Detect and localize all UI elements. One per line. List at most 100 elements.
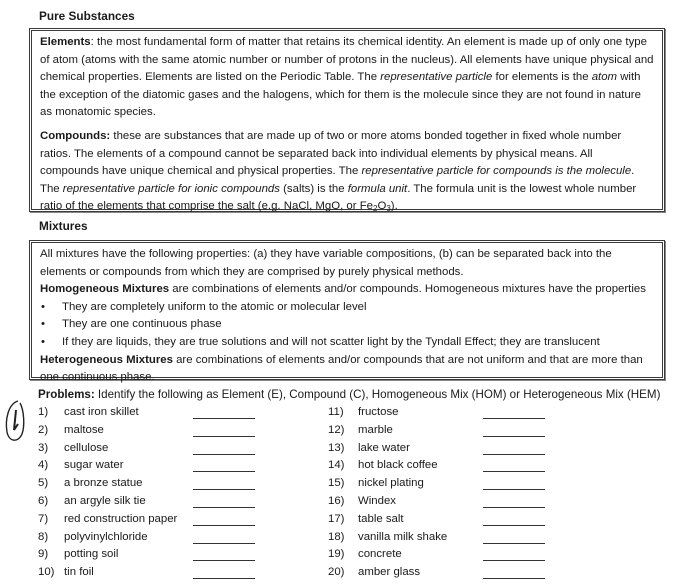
problem-number: 10) <box>38 566 55 579</box>
elements-label: Elements <box>40 36 91 48</box>
bullet-item: • They are completely uniform to the atom… <box>40 299 654 317</box>
problem-number: 1) <box>38 406 49 418</box>
answer-blank[interactable] <box>193 542 255 544</box>
problem-item: 18) vanilla milk shake <box>328 529 545 547</box>
problem-number: 17) <box>328 512 345 525</box>
answer-blank[interactable] <box>193 506 255 508</box>
pure-substances-box: Elements: the most fundamental form of m… <box>29 28 665 213</box>
answer-blank[interactable] <box>483 453 545 455</box>
compounds-paragraph: Compounds: these are substances that are… <box>40 128 654 216</box>
problem-text: vanilla milk shake <box>358 530 448 543</box>
elements-italic-1: representative particle <box>380 71 493 84</box>
answer-blank[interactable] <box>193 560 255 562</box>
answer-blank[interactable] <box>483 542 545 544</box>
compounds-text-3: (salts) is the <box>279 182 348 195</box>
answer-blank[interactable] <box>483 506 545 508</box>
problem-item: 12) marble <box>328 422 545 440</box>
problem-item: 3) cellulose <box>38 440 255 458</box>
homogeneous-text: are combinations of elements and/or comp… <box>169 283 646 296</box>
problem-number: 14) <box>328 459 345 472</box>
bullet-item: • If they are liquids, they are true solu… <box>40 334 654 352</box>
problem-number: 4) <box>38 459 49 472</box>
problem-item: 9) potting soil <box>38 546 255 564</box>
compounds-italic-1: representative particle for compounds is… <box>361 165 632 178</box>
problem-number: 2) <box>38 423 49 436</box>
problem-item: 20) amber glass <box>328 564 545 582</box>
problem-text: maltose <box>64 423 104 436</box>
mixtures-heading: Mixtures <box>39 219 88 233</box>
problem-item: 4) sugar water <box>38 457 255 475</box>
problem-number: 15) <box>328 477 345 490</box>
problem-item: 5) a bronze statue <box>38 475 255 493</box>
compounds-italic-3: formula unit <box>347 182 408 195</box>
problem-text: marble <box>358 423 393 436</box>
problem-text: lake water <box>358 441 410 454</box>
problem-number: 20) <box>328 566 345 579</box>
answer-blank[interactable] <box>483 471 545 473</box>
answer-blank[interactable] <box>193 435 255 437</box>
answer-blank[interactable] <box>483 560 545 562</box>
mixtures-intro: All mixtures have the following properti… <box>40 248 612 278</box>
compounds-italic-2: representative particle for ionic compou… <box>62 182 280 195</box>
problem-number: 5) <box>38 477 49 490</box>
answer-blank[interactable] <box>193 471 255 473</box>
answer-blank[interactable] <box>193 524 255 526</box>
problem-item: 1) cast iron skillet <box>38 404 255 422</box>
elements-text-2: for elements is the <box>492 71 592 84</box>
problem-text: Windex <box>358 494 396 507</box>
answer-blank[interactable] <box>193 578 255 580</box>
problem-item: 16) Windex <box>328 493 545 511</box>
problem-number: 18) <box>328 530 345 543</box>
problem-item: 2) maltose <box>38 422 255 440</box>
mixtures-box: All mixtures have the following properti… <box>29 240 665 383</box>
problem-item: 15) nickel plating <box>328 475 545 493</box>
elements-paragraph: Elements: the most fundamental form of m… <box>40 34 654 122</box>
bullet-text: They are one continuous phase <box>62 318 222 331</box>
problem-item: 11) fructose <box>328 404 545 422</box>
pure-substances-heading: Pure Substances <box>39 9 135 23</box>
heterogeneous-label: Heterogeneous Mixtures <box>40 353 173 366</box>
problem-text: amber glass <box>358 566 421 579</box>
problem-number: 11) <box>328 406 344 418</box>
homogeneous-paragraph: Homogeneous Mixtures are combinations of… <box>40 281 654 299</box>
problem-text: red construction paper <box>64 512 178 525</box>
problem-number: 9) <box>38 548 49 561</box>
problem-number: 13) <box>328 441 345 454</box>
problems-label: Problems: <box>38 388 95 401</box>
problem-text: concrete <box>358 548 402 561</box>
problem-number: 3) <box>38 441 49 454</box>
problem-text: sugar water <box>64 459 124 472</box>
problem-text: fructose <box>358 406 399 418</box>
problem-item: 19) concrete <box>328 546 545 564</box>
bullet-item: • They are one continuous phase <box>40 316 654 334</box>
problem-item: 10) tin foil <box>38 564 255 582</box>
problem-text: tin foil <box>64 566 94 579</box>
problem-list-left: 1) cast iron skillet 2) maltose 3) cellulos… <box>38 404 255 582</box>
answer-blank[interactable] <box>483 524 545 526</box>
problem-list-right: 11) fructose 12) marble 13) lake water 14) h… <box>328 404 545 582</box>
handwritten-circled-one-icon <box>5 400 25 441</box>
answer-blank[interactable] <box>483 418 545 419</box>
answer-blank[interactable] <box>193 418 255 419</box>
problem-number: 7) <box>38 512 49 525</box>
homogeneous-label: Homogeneous Mixtures <box>40 283 170 296</box>
answer-blank[interactable] <box>483 489 545 491</box>
problem-text: polyvinylchloride <box>64 530 148 543</box>
problem-text: hot black coffee <box>358 459 438 472</box>
problems-instructions: Problems: Identify the following as Elem… <box>38 386 660 404</box>
answer-blank[interactable] <box>193 453 255 455</box>
problem-item: 17) table salt <box>328 511 545 529</box>
bullet-icon: • <box>41 318 45 331</box>
problem-item: 6) an argyle silk tie <box>38 493 255 511</box>
problem-item: 8) polyvinylchloride <box>38 529 255 547</box>
bullet-icon: • <box>41 335 45 348</box>
problem-text: potting soil <box>64 548 119 561</box>
answer-blank[interactable] <box>483 578 545 580</box>
problem-item: 13) lake water <box>328 440 545 458</box>
answer-blank[interactable] <box>193 489 255 491</box>
problem-text: cellulose <box>64 441 109 454</box>
problem-text: an argyle silk tie <box>64 494 146 507</box>
answer-blank[interactable] <box>483 435 545 437</box>
problem-text: table salt <box>358 512 404 525</box>
problem-number: 16) <box>328 494 345 507</box>
